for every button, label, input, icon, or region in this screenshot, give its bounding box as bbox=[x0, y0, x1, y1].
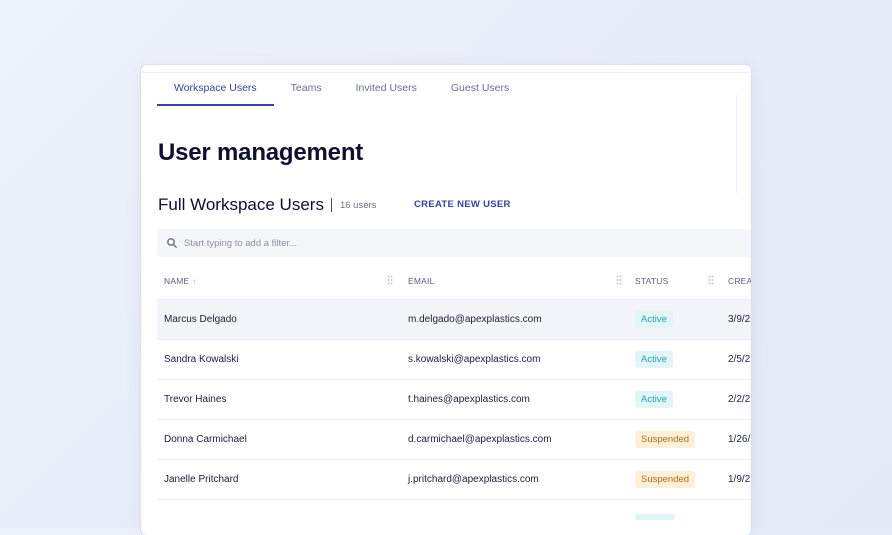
table-row[interactable]: Marcus Delgado m.delgado@apexplastics.co… bbox=[157, 300, 751, 340]
filter-input[interactable] bbox=[184, 229, 584, 257]
column-header-name[interactable]: NAME ↑ bbox=[164, 276, 197, 286]
user-email: t.haines@apexplastics.com bbox=[408, 394, 530, 405]
table-header: NAME ↑ EMAIL STATUS CREA bbox=[157, 263, 751, 300]
column-header-created[interactable]: CREA bbox=[728, 276, 751, 286]
created-date: 3/9/2 bbox=[728, 314, 751, 325]
created-date: 2/5/2 bbox=[728, 354, 751, 365]
tab-bar: Workspace Users Teams Invited Users Gues… bbox=[157, 79, 526, 106]
user-name: Janelle Pritchard bbox=[164, 474, 239, 485]
status-badge: Active bbox=[635, 311, 673, 328]
table-row[interactable]: Donna Carmichael d.carmichael@apexplasti… bbox=[157, 420, 751, 460]
column-header-email[interactable]: EMAIL bbox=[408, 276, 435, 286]
sort-ascending-icon: ↑ bbox=[192, 277, 197, 286]
table-row[interactable]: Sandra Kowalski s.kowalski@apexplastics.… bbox=[157, 340, 751, 380]
user-name: Trevor Haines bbox=[164, 394, 227, 405]
section-title: Full Workspace Users bbox=[158, 195, 324, 214]
tab-guest-users[interactable]: Guest Users bbox=[434, 79, 526, 105]
divider bbox=[330, 198, 332, 212]
status-badge: Active bbox=[635, 391, 673, 408]
create-new-user-button[interactable]: CREATE NEW USER bbox=[414, 199, 511, 210]
created-date: 1/26/ bbox=[728, 434, 751, 445]
users-table: NAME ↑ EMAIL STATUS CREA Marcus Delgado m… bbox=[157, 263, 751, 535]
card-edge-divider bbox=[736, 95, 737, 193]
status-badge: Suspended bbox=[635, 471, 696, 488]
column-header-label: NAME bbox=[164, 276, 190, 286]
user-email: d.carmichael@apexplastics.com bbox=[408, 434, 552, 445]
table-row[interactable]: Janelle Pritchard j.pritchard@apexplasti… bbox=[157, 460, 751, 500]
table-row[interactable] bbox=[157, 500, 751, 535]
user-email: j.pritchard@apexplastics.com bbox=[408, 474, 539, 485]
status-badge: Suspended bbox=[635, 431, 696, 448]
section-header: Full Workspace Users 16 users bbox=[158, 195, 376, 215]
user-management-card: Workspace Users Teams Invited Users Gues… bbox=[141, 65, 751, 535]
user-email: s.kowalski@apexplastics.com bbox=[408, 354, 541, 365]
status-badge bbox=[635, 514, 675, 520]
filter-bar[interactable] bbox=[157, 229, 751, 257]
column-resize-handle-icon[interactable] bbox=[387, 275, 393, 285]
user-name: Donna Carmichael bbox=[164, 434, 247, 445]
user-count: 16 users bbox=[339, 199, 377, 211]
user-name: Marcus Delgado bbox=[164, 314, 237, 325]
page-title: User management bbox=[158, 139, 364, 166]
tab-workspace-users[interactable]: Workspace Users bbox=[157, 79, 274, 106]
tab-teams[interactable]: Teams bbox=[274, 79, 339, 105]
status-badge: Active bbox=[635, 351, 673, 368]
search-icon bbox=[167, 238, 177, 248]
created-date: 1/9/2 bbox=[728, 474, 751, 485]
user-name: Sandra Kowalski bbox=[164, 354, 239, 365]
table-row[interactable]: Trevor Haines t.haines@apexplastics.com … bbox=[157, 380, 751, 420]
column-resize-handle-icon[interactable] bbox=[616, 275, 622, 285]
tab-invited-users[interactable]: Invited Users bbox=[339, 79, 434, 105]
card-divider bbox=[141, 72, 751, 73]
created-date: 2/2/2 bbox=[728, 394, 751, 405]
column-header-status[interactable]: STATUS bbox=[635, 276, 668, 286]
column-resize-handle-icon[interactable] bbox=[708, 275, 714, 285]
user-email: m.delgado@apexplastics.com bbox=[408, 314, 542, 325]
